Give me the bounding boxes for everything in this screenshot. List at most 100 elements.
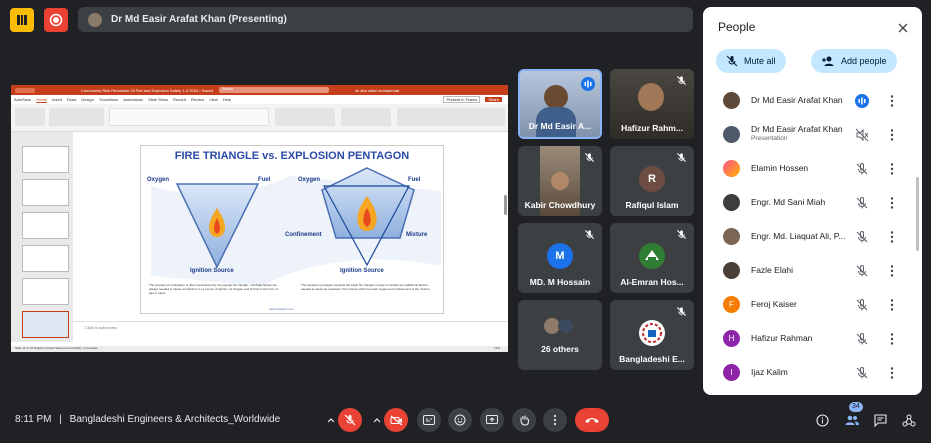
participant-name: Fazle Elahi xyxy=(751,265,794,275)
participant-avatar: M xyxy=(547,243,573,269)
participant-subtitle: Presentation xyxy=(751,135,788,142)
activities-icon xyxy=(902,414,916,426)
microphone-button[interactable] xyxy=(338,408,362,432)
camera-button[interactable] xyxy=(384,408,408,432)
slide-canvas[interactable]: FIRE TRIANGLE vs. EXPLOSION PENTAGON Oxy… xyxy=(140,145,444,314)
captions-button[interactable] xyxy=(417,408,441,432)
participant-tile[interactable]: Hafizur Rahm... xyxy=(610,69,694,139)
close-icon[interactable] xyxy=(898,23,908,33)
mic-off-icon xyxy=(856,197,868,209)
participant-tile[interactable]: Dr Md Easir A... xyxy=(518,69,602,139)
participant-row[interactable]: Engr. Md Sani Miah xyxy=(703,186,922,220)
participant-row[interactable]: I Ijaz Kalim xyxy=(703,356,922,390)
ppt-menu-item[interactable]: Transitions xyxy=(99,97,118,102)
mic-off-icon xyxy=(856,265,868,277)
reactions-button[interactable] xyxy=(448,408,472,432)
ppt-menu-item[interactable]: Design xyxy=(81,97,93,102)
slide-thumbnail[interactable] xyxy=(22,278,69,305)
mute-all-button[interactable]: Mute all xyxy=(716,49,786,73)
person-figure xyxy=(544,85,568,109)
label-ignition-left: Ignition Source xyxy=(190,268,234,274)
more-vert-icon[interactable] xyxy=(888,94,896,108)
ppt-menu-item[interactable]: Insert xyxy=(52,97,62,102)
more-vert-icon[interactable] xyxy=(888,196,896,210)
participant-row[interactable]: Engr. Md. Liaquat Ali, P... xyxy=(703,220,922,254)
activities-button[interactable] xyxy=(900,411,918,429)
participant-row[interactable]: Dr Md Easir Arafat Khan xyxy=(703,84,922,118)
ppt-menu-item[interactable]: Home xyxy=(36,97,47,102)
participant-name: Al-Emran Hos... xyxy=(620,277,684,287)
ppt-share-button[interactable]: Share xyxy=(485,97,502,102)
presenter-avatar xyxy=(88,12,102,27)
participant-avatar xyxy=(723,126,740,143)
ppt-menu-item[interactable]: Help xyxy=(223,97,231,102)
participant-row[interactable]: Dr Md Easir Arafat Khan Presentation xyxy=(703,118,922,152)
chat-button[interactable] xyxy=(871,411,889,429)
ppt-menu-item[interactable]: Slide Show xyxy=(148,97,168,102)
more-vert-icon[interactable] xyxy=(888,298,896,312)
ppt-notes[interactable]: Click to add notes xyxy=(73,321,508,339)
participant-row[interactable]: Elamin Hossen xyxy=(703,152,922,186)
ppt-menu-item[interactable]: View xyxy=(209,97,218,102)
participant-row[interactable]: F Feroj Kaiser xyxy=(703,288,922,322)
mic-off-icon xyxy=(856,163,868,175)
participant-name: Hafizur Rahm... xyxy=(621,123,683,133)
mic-off-icon xyxy=(676,229,687,240)
raise-hand-button[interactable] xyxy=(512,408,536,432)
ppt-zoom[interactable]: 79% xyxy=(494,346,500,350)
hand-icon xyxy=(519,415,529,426)
video-options-button[interactable] xyxy=(371,408,383,432)
ppt-menu-item[interactable]: AutoSave xyxy=(14,97,31,102)
participant-name: Bangladeshi E... xyxy=(619,354,685,364)
more-vert-icon[interactable] xyxy=(888,264,896,278)
more-vert-icon[interactable] xyxy=(888,230,896,244)
ppt-menu-item[interactable]: Draw xyxy=(67,97,76,102)
person-figure xyxy=(638,83,664,111)
more-vert-icon[interactable] xyxy=(888,332,896,346)
meeting-info-button[interactable] xyxy=(10,8,34,32)
slide-thumbnail[interactable] xyxy=(22,212,69,239)
participant-tile[interactable]: Al-Emran Hos... xyxy=(610,223,694,293)
ppt-user: sk abu zafar mohammad xyxy=(355,87,400,93)
ppt-present-button[interactable]: Present in Teams xyxy=(443,96,481,103)
separator: | xyxy=(59,414,62,425)
present-button[interactable] xyxy=(480,408,504,432)
audio-options-button[interactable] xyxy=(325,408,337,432)
meeting-details-button[interactable] xyxy=(813,411,831,429)
presenter-bar[interactable]: Dr Md Easir Arafat Khan (Presenting) xyxy=(78,7,693,32)
add-people-button[interactable]: Add people xyxy=(811,49,897,73)
ppt-menu-item[interactable]: Animations xyxy=(123,97,143,102)
slide-thumbnail[interactable] xyxy=(22,245,69,272)
panel-scrollbar[interactable] xyxy=(916,177,919,251)
person-figure xyxy=(551,172,569,190)
record-button[interactable] xyxy=(44,8,68,32)
more-vert-icon[interactable] xyxy=(888,162,896,176)
ppt-menu-item[interactable]: Review xyxy=(191,97,204,102)
participant-row[interactable]: Fazle Elahi xyxy=(703,254,922,288)
participant-name: Elamin Hossen xyxy=(751,163,809,173)
participant-name: Ijaz Kalim xyxy=(751,367,788,377)
slide-thumbnail[interactable] xyxy=(22,146,69,173)
slide-thumbnail[interactable] xyxy=(22,179,69,206)
participant-row[interactable]: H Hafizur Rahman xyxy=(703,322,922,356)
ppt-scrollbar[interactable] xyxy=(504,195,507,215)
leave-call-button[interactable] xyxy=(575,408,609,432)
caption-left: The process of combustion is often repre… xyxy=(149,283,278,295)
slide-footer-url: www.newtech.com xyxy=(269,307,294,311)
participant-tile[interactable]: M MD. M Hossain xyxy=(518,223,602,293)
ppt-search[interactable]: Search xyxy=(219,87,330,93)
label-ignition-right: Ignition Source xyxy=(340,268,384,274)
presented-screen[interactable]: Community Risk Reduction Of Fire and Exp… xyxy=(11,85,508,352)
others-tile[interactable]: 26 others xyxy=(518,300,602,370)
more-options-button[interactable] xyxy=(543,408,567,432)
more-vert-icon[interactable] xyxy=(888,128,896,142)
participant-tile[interactable]: Bangladeshi E... xyxy=(610,300,694,370)
slide-thumbnail-selected[interactable] xyxy=(22,311,69,338)
participant-tile[interactable]: Kabir Chowdhury xyxy=(518,146,602,216)
participant-tile[interactable]: R Rafiqul Islam xyxy=(610,146,694,216)
people-button[interactable] xyxy=(843,411,861,429)
label-mixture: Mixture xyxy=(406,232,428,238)
more-vert-icon[interactable] xyxy=(888,366,896,380)
layout-icon xyxy=(17,15,27,25)
ppt-menu-item[interactable]: Record xyxy=(173,97,186,102)
